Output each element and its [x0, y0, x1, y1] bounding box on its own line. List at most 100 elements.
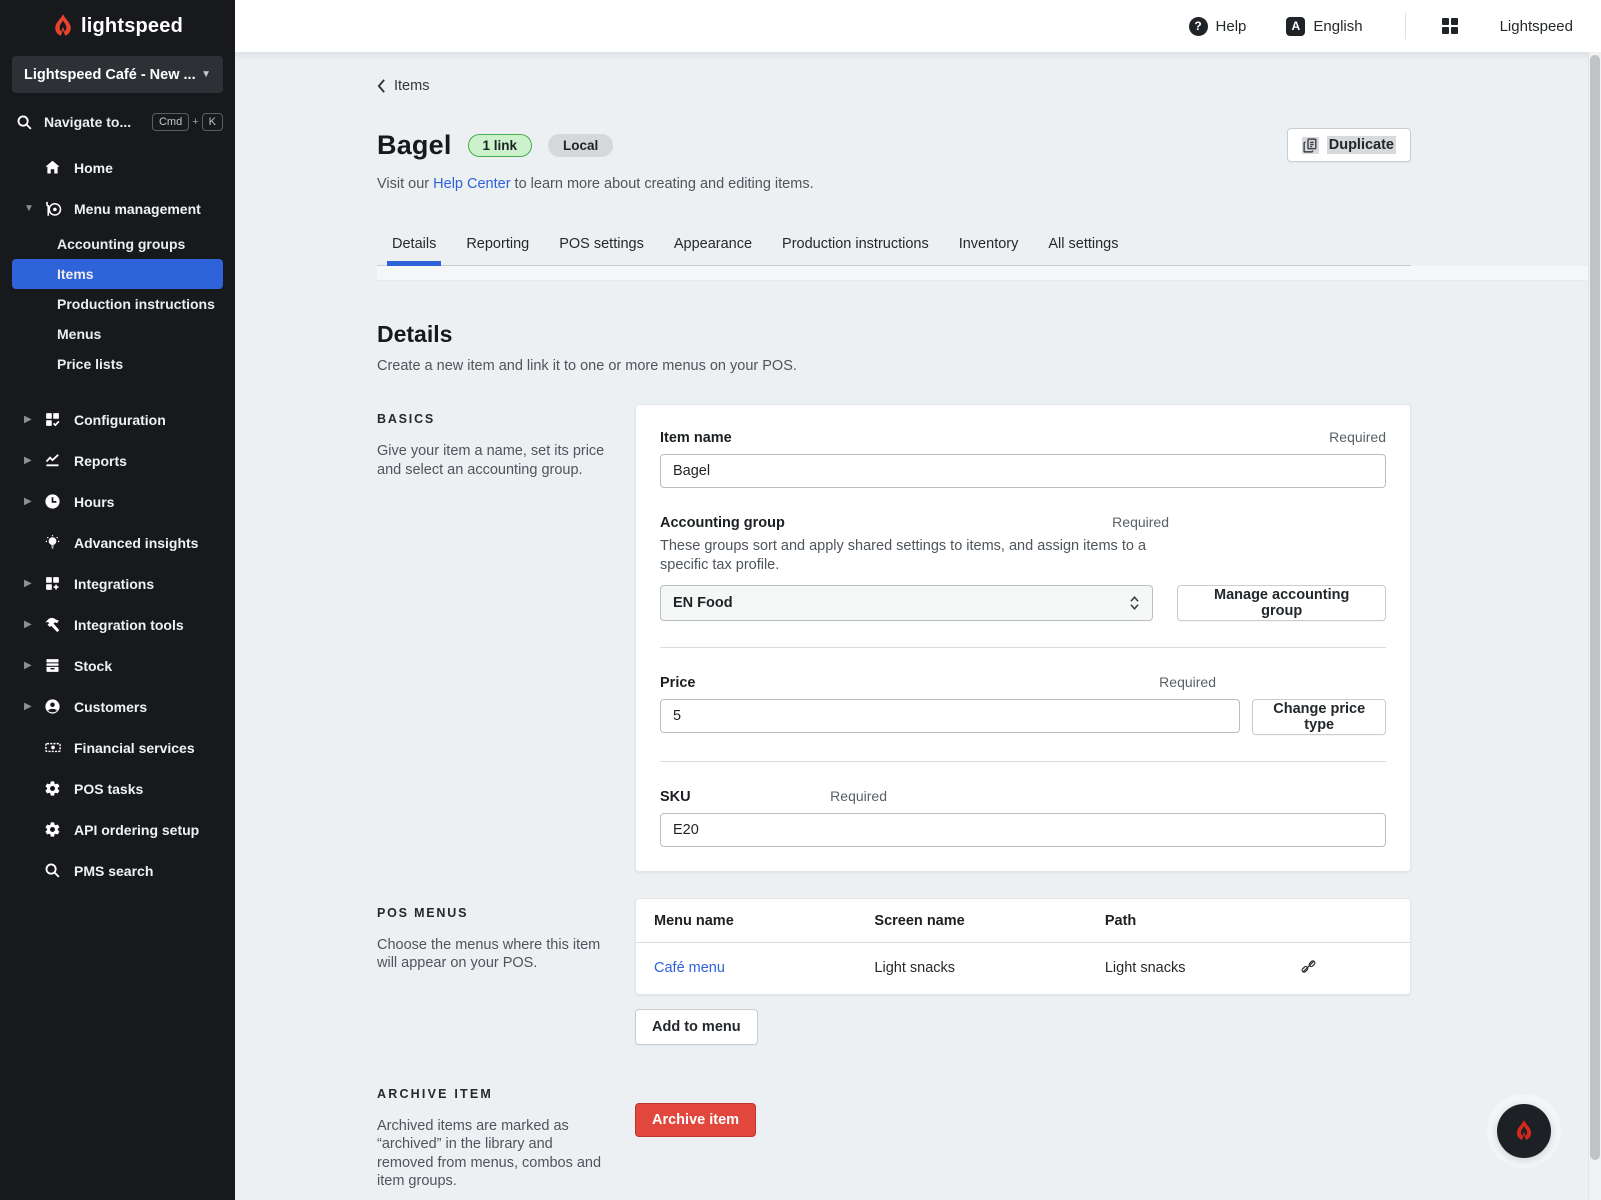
- breadcrumb[interactable]: Items: [377, 78, 429, 94]
- navigate-search[interactable]: Navigate to... Cmd + K: [16, 113, 223, 131]
- sidebar-item-menus[interactable]: Menus: [12, 319, 223, 349]
- sidebar-item-configuration[interactable]: ▶ Configuration: [0, 399, 235, 440]
- unlink-icon[interactable]: [1300, 958, 1317, 979]
- archive-item-button[interactable]: Archive item: [635, 1103, 756, 1137]
- tab-appearance[interactable]: Appearance: [659, 226, 767, 265]
- page-title: Bagel: [377, 130, 452, 161]
- logo-wordmark: lightspeed: [81, 15, 183, 38]
- price-input[interactable]: [660, 699, 1240, 733]
- menu-link[interactable]: Café menu: [654, 960, 725, 976]
- gear-icon: [44, 821, 74, 838]
- add-to-menu-button[interactable]: Add to menu: [635, 1009, 758, 1045]
- navigate-label: Navigate to...: [44, 114, 152, 130]
- column-path: Path: [1087, 899, 1300, 943]
- reports-icon: [44, 452, 74, 469]
- hammer-icon: [44, 616, 74, 633]
- price-label: Price: [660, 675, 695, 691]
- flame-icon: [52, 13, 74, 39]
- configuration-icon: [44, 411, 74, 428]
- tab-inventory[interactable]: Inventory: [944, 226, 1034, 265]
- sidebar-item-price-lists[interactable]: Price lists: [12, 349, 223, 379]
- integrations-icon: [44, 575, 74, 592]
- sidebar-item-reports[interactable]: ▶ Reports: [0, 440, 235, 481]
- sidebar-item-advanced-insights[interactable]: Advanced insights: [0, 522, 235, 563]
- links-badge: 1 link: [468, 134, 533, 157]
- customers-icon: [44, 698, 74, 715]
- apps-grid-icon[interactable]: [1442, 18, 1458, 34]
- sidebar-item-home[interactable]: Home: [0, 147, 235, 188]
- scrollbar[interactable]: [1588, 52, 1601, 1200]
- change-price-type-button[interactable]: Change price type: [1252, 699, 1386, 735]
- chevron-collapsed-icon: ▶: [24, 660, 44, 671]
- help-button[interactable]: ? Help: [1189, 17, 1247, 36]
- home-icon: [44, 159, 74, 176]
- banknote-icon: [44, 739, 74, 756]
- tab-bar: Details Reporting POS settings Appearanc…: [377, 226, 1411, 265]
- item-name-required: Required: [1329, 429, 1386, 445]
- item-name-input[interactable]: [660, 454, 1386, 488]
- kbd-plus: +: [192, 116, 198, 128]
- scrollbar-thumb[interactable]: [1590, 55, 1600, 1160]
- tab-pos-settings[interactable]: POS settings: [544, 226, 659, 265]
- chevron-expanded-icon: ▼: [24, 203, 44, 214]
- path-cell: Light snacks: [1087, 942, 1300, 994]
- stock-icon: [44, 657, 74, 674]
- company-selector[interactable]: Lightspeed Café - New ... ▼: [12, 56, 223, 93]
- sidebar-item-customers[interactable]: ▶ Customers: [0, 686, 235, 727]
- language-button[interactable]: A English: [1286, 17, 1362, 36]
- sku-required: Required: [830, 788, 887, 804]
- sidebar-item-integration-tools[interactable]: ▶ Integration tools: [0, 604, 235, 645]
- sku-input[interactable]: [660, 813, 1386, 847]
- lightspeed-logo: lightspeed: [0, 0, 235, 52]
- app-window: lightspeed Lightspeed Café - New ... ▼ N…: [0, 0, 1601, 1200]
- tab-production-instructions[interactable]: Production instructions: [767, 226, 944, 265]
- manage-accounting-group-button[interactable]: Manage accounting group: [1177, 585, 1386, 621]
- column-screen-name: Screen name: [856, 899, 1086, 943]
- sidebar-item-integrations[interactable]: ▶ Integrations: [0, 563, 235, 604]
- help-center-link[interactable]: Help Center: [433, 176, 510, 192]
- sidebar-item-stock[interactable]: ▶ Stock: [0, 645, 235, 686]
- chevron-collapsed-icon: ▶: [24, 578, 44, 589]
- archive-section-title: ARCHIVE ITEM: [377, 1087, 605, 1101]
- duplicate-button[interactable]: Duplicate: [1287, 128, 1411, 162]
- sidebar-item-hours[interactable]: ▶ Hours: [0, 481, 235, 522]
- gear-icon: [44, 780, 74, 797]
- pos-menus-card: Menu name Screen name Path Café menu Lig…: [635, 898, 1411, 995]
- sidebar-item-financial-services[interactable]: Financial services: [0, 727, 235, 768]
- sku-label: SKU: [660, 789, 691, 805]
- table-row: Café menu Light snacks Light snacks: [636, 942, 1410, 994]
- kbd-cmd: Cmd: [152, 113, 189, 131]
- accounting-group-required: Required: [1112, 514, 1169, 530]
- company-name: Lightspeed Café - New ...: [24, 67, 195, 83]
- lightspeed-assistant-fab[interactable]: [1497, 1104, 1551, 1158]
- brand-link[interactable]: Lightspeed: [1500, 18, 1573, 35]
- sidebar-item-production-instructions[interactable]: Production instructions: [12, 289, 223, 319]
- price-required: Required: [1159, 674, 1216, 690]
- chevron-collapsed-icon: ▶: [24, 619, 44, 630]
- search-icon: [16, 114, 33, 131]
- accounting-group-select[interactable]: EN Food: [660, 585, 1153, 621]
- sidebar-item-accounting-groups[interactable]: Accounting groups: [12, 229, 223, 259]
- sidebar-item-pos-tasks[interactable]: POS tasks: [0, 768, 235, 809]
- chevron-left-icon: [377, 79, 386, 93]
- details-heading: Details: [377, 321, 1411, 348]
- duplicate-icon: [1302, 137, 1319, 154]
- sidebar-item-api-ordering-setup[interactable]: API ordering setup: [0, 809, 235, 850]
- sidebar-item-menu-management[interactable]: ▼ Menu management: [0, 188, 235, 229]
- select-stepper-icon: [1129, 595, 1140, 611]
- sidebar-nav: Home ▼ Menu management Accounting groups…: [0, 147, 235, 891]
- search-icon: [44, 862, 74, 879]
- tab-reporting[interactable]: Reporting: [451, 226, 544, 265]
- pos-menus-section-title: POS MENUS: [377, 906, 605, 920]
- sidebar-item-pms-search[interactable]: PMS search: [0, 850, 235, 891]
- topbar-divider: [1405, 13, 1406, 39]
- language-icon: A: [1286, 17, 1305, 36]
- intro-text: Visit our Help Center to learn more abou…: [377, 176, 1411, 192]
- sidebar-item-items[interactable]: Items: [12, 259, 223, 289]
- hours-icon: [44, 493, 74, 510]
- divider: [660, 761, 1386, 762]
- screen-name-cell: Light snacks: [856, 942, 1086, 994]
- tab-details[interactable]: Details: [377, 226, 451, 265]
- tab-all-settings[interactable]: All settings: [1033, 226, 1133, 265]
- kbd-k: K: [202, 113, 223, 131]
